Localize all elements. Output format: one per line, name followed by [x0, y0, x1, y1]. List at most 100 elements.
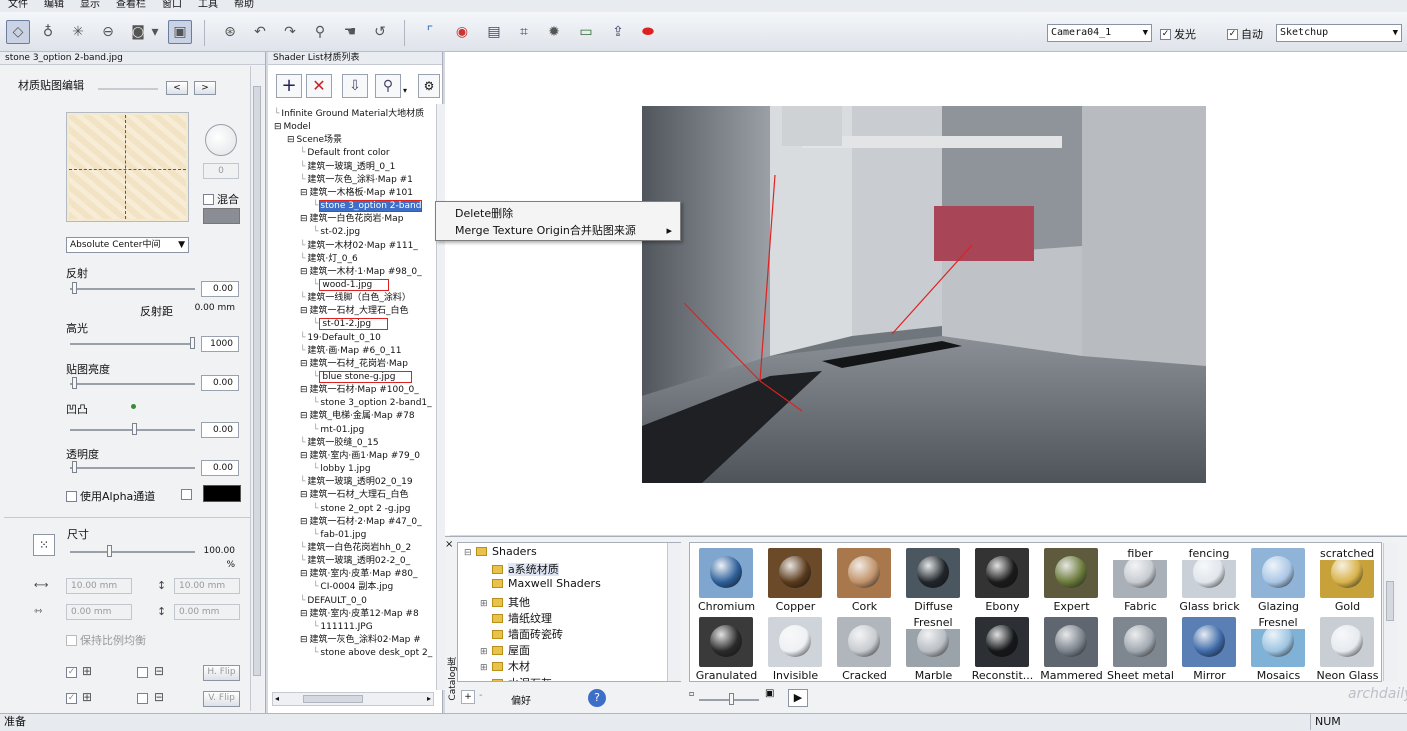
v-flip-button[interactable]: V. Flip [203, 691, 240, 707]
shader-thumbnail[interactable]: Fresnel Marble [899, 614, 968, 681]
tile-h-checkbox[interactable]: ✓ [66, 667, 77, 678]
shader-tree-item[interactable]: └ CI-0004 副本.jpg [313, 581, 393, 593]
select-tool-icon[interactable]: ◇ [6, 20, 30, 44]
shader-tree-item[interactable]: └ DEFAULT_0_0 [300, 595, 367, 607]
shader-thumbnail[interactable]: Diffuse [899, 545, 968, 613]
export-icon[interactable]: ⇪ [606, 20, 630, 44]
library-tree-item[interactable]: ⊞ 木材 [480, 658, 530, 674]
render-window-icon[interactable]: ▣ [168, 20, 192, 44]
menu-view[interactable]: 显示 [72, 0, 108, 10]
shader-tree-item[interactable]: └ 建筑一白色花岗岩hh_0_2 [300, 542, 411, 554]
render-red-icon[interactable]: ⬬ [636, 20, 660, 44]
shader-tree-item[interactable]: └ 建筑一灰色_涂料·Map #1 [300, 174, 413, 186]
shader-tree-item[interactable]: └ 19·Default_0_10 [300, 332, 381, 344]
library-tree-item[interactable]: a系统材质 [480, 561, 559, 577]
shader-thumbnail[interactable]: fiber Fabric [1106, 545, 1175, 613]
shader-tree-item[interactable]: └ Default front color [300, 147, 390, 159]
zoom-icon[interactable]: ⚲ [308, 20, 332, 44]
shader-tree-item[interactable]: └ 建筑一玻璃_透明02_0_19 [300, 476, 413, 488]
crop-icon[interactable]: ⌗ [512, 20, 536, 44]
shader-tree-item[interactable]: └ st-02.jpg [313, 226, 360, 238]
shader-tree-item[interactable]: └ lobby 1.jpg [313, 463, 371, 475]
context-delete-item[interactable]: Delete删除 [436, 205, 680, 222]
search-icon[interactable]: ⚲ [375, 74, 401, 98]
camera-icon[interactable]: ◙ [126, 20, 150, 44]
add-favorite-button[interactable]: + [461, 690, 475, 704]
size-lock-icon[interactable]: ⁙ [33, 534, 55, 556]
delete-icon[interactable]: ✕ [306, 74, 332, 98]
library-tree-item[interactable]: ⊞ 其他 [480, 594, 530, 610]
shader-tree-item[interactable]: ⊟ 建筑·室内·画1·Map #79_0 [300, 450, 420, 462]
shader-tree-item[interactable]: ⊟ 建筑一木材·1·Map #98_0_ [300, 266, 422, 278]
shader-tree-item[interactable]: ⊟ 建筑_电梯·金属·Map #78 [300, 410, 415, 422]
shader-thumbnail[interactable]: Cracked [830, 614, 899, 681]
shader-thumbnail[interactable]: Neon Glass [1313, 614, 1381, 681]
alpha-checkbox[interactable]: 使用Alpha通道 [66, 488, 155, 504]
shader-thumbnail[interactable]: Mammered [1037, 614, 1106, 681]
chevron-down-icon[interactable]: ▾ [403, 86, 407, 95]
shader-tree-item[interactable]: └ blue stone-g.jpg [313, 371, 413, 383]
library-tree-item[interactable]: ⊟ Shaders [464, 545, 537, 558]
shader-thumbnail[interactable]: Chromium [692, 545, 761, 613]
shader-tree-item[interactable]: └ 建筑一胶缝_0_15 [300, 437, 379, 449]
shader-thumbnail[interactable]: fencing Glass brick [1175, 545, 1244, 613]
shader-tree-item[interactable]: └ wood-1.jpg [313, 278, 390, 291]
help-icon[interactable]: ? [588, 689, 606, 707]
shader-tree-item[interactable]: └ 建筑一玻璃_透明_0_1 [300, 161, 395, 173]
expand-icon[interactable]: ⊞ [480, 647, 492, 657]
render-viewport[interactable] [445, 52, 1407, 535]
reflection-slider[interactable] [70, 282, 195, 294]
mapping-select[interactable]: Absolute Center中间 ▼ [66, 237, 189, 253]
object-icon[interactable]: ⊖ [96, 20, 120, 44]
pan-hand-icon[interactable]: ☚ [338, 20, 362, 44]
camera-dropdown-icon[interactable]: ▾ [148, 20, 162, 44]
orbit-icon[interactable]: ⊛ [218, 20, 242, 44]
bump-value[interactable]: 0.00 [201, 422, 239, 438]
size-slider[interactable] [70, 545, 195, 557]
highlight-slider[interactable] [70, 337, 195, 349]
reset-icon[interactable]: ↺ [368, 20, 392, 44]
offset-y-field[interactable]: 0.00 mm [174, 604, 240, 620]
mirror-v-checkbox[interactable] [137, 693, 148, 704]
shader-thumbnail[interactable]: Fresnel Mosaics [1244, 614, 1313, 681]
shader-tree-item[interactable]: └ stone 2_opt 2 -g.jpg [313, 503, 410, 515]
color-palette-icon[interactable]: ◉ [450, 20, 474, 44]
shader-thumbnail[interactable]: Glazing [1244, 545, 1313, 613]
context-merge-item[interactable]: Merge Texture Origin合并贴图来源 ▸ [436, 222, 680, 239]
redo-icon[interactable]: ↷ [278, 20, 302, 44]
auto-checkbox[interactable]: ✓ 自动 [1227, 26, 1263, 42]
h-flip-button[interactable]: H. Flip [203, 665, 240, 681]
library-tree-item[interactable]: 墙面砖瓷砖 [480, 626, 563, 642]
menu-tools[interactable]: 工具 [190, 0, 226, 10]
expand-icon[interactable]: ⊞ [480, 599, 492, 609]
map-brightness-slider[interactable] [70, 377, 195, 389]
shader-tree-item[interactable]: └ 建筑·灯_0_6 [300, 253, 358, 265]
shader-tree-item[interactable]: └ 111111.JPG [313, 621, 373, 633]
library-tree-item[interactable]: 水泥石灰 [480, 675, 552, 681]
shader-tree-item[interactable]: └ Infinite Ground Material大地材质 [274, 108, 424, 120]
shader-tree-hscrollbar[interactable]: ◂ ▸ [272, 692, 434, 706]
preview-sphere[interactable] [205, 124, 237, 156]
camera-select[interactable]: Camera04_1 ▼ [1047, 24, 1152, 42]
play-button[interactable]: ▶ [788, 689, 808, 707]
keep-ratio-checkbox[interactable]: 保持比例均衡 [66, 632, 146, 648]
glow-checkbox[interactable]: ✓ 发光 [1160, 26, 1196, 42]
collapse-icon[interactable]: ⊟ [464, 548, 476, 558]
render-image[interactable] [642, 106, 1206, 483]
height-field[interactable]: 10.00 mm [174, 578, 240, 594]
library-tree-item[interactable]: ⊞ 屋面 [480, 642, 530, 658]
mirror-h-checkbox[interactable] [137, 667, 148, 678]
shader-thumbnail[interactable]: Reconstit... [968, 614, 1037, 681]
highlight-value[interactable]: 1000 [201, 336, 239, 352]
offset-x-field[interactable]: 0.00 mm [66, 604, 132, 620]
shader-tree-item[interactable]: ⊟ 建筑一木格板·Map #101 [300, 187, 413, 199]
previous-button[interactable]: < [166, 81, 188, 95]
shader-thumbnail[interactable]: Sheet metal [1106, 614, 1175, 681]
shader-tree-item[interactable]: ⊟ Scene场景 [287, 134, 342, 146]
preview-value[interactable]: 0 [203, 163, 239, 179]
alpha-extra-checkbox[interactable] [181, 489, 192, 500]
shader-thumbnail[interactable]: Mirror [1175, 614, 1244, 681]
shader-tree-item[interactable]: └ mt-01.jpg [313, 424, 364, 436]
bump-slider[interactable] [70, 423, 195, 435]
frame-icon[interactable]: ⌜ [418, 20, 442, 44]
